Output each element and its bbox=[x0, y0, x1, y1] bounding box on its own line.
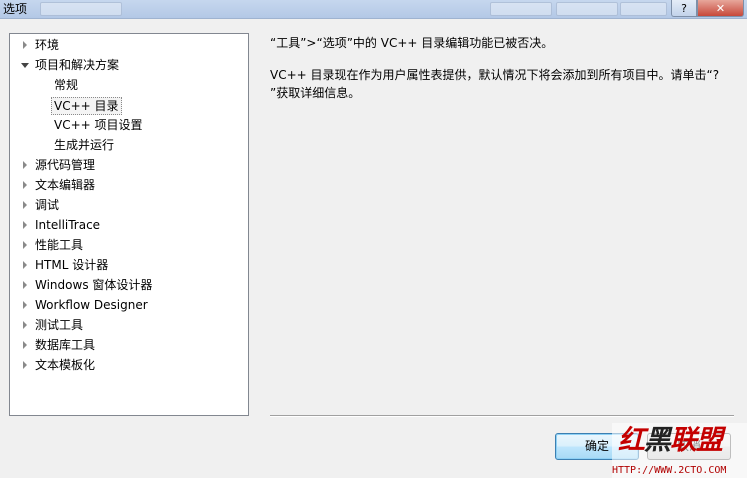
window-title: 选项 bbox=[3, 2, 28, 16]
tree-item-label: VC++ 目录 bbox=[51, 97, 122, 115]
tree-item-label: 测试工具 bbox=[35, 318, 84, 332]
expand-arrow-icon[interactable] bbox=[20, 36, 30, 54]
expand-arrow-icon[interactable] bbox=[20, 236, 30, 254]
tree-item-label: 生成并运行 bbox=[54, 138, 115, 152]
expand-arrow-icon[interactable] bbox=[20, 196, 30, 214]
tree-item-label: 性能工具 bbox=[35, 238, 84, 252]
title-bar[interactable]: 选项 ? ✕ bbox=[0, 0, 747, 19]
tree-item-label: Workflow Designer bbox=[35, 298, 148, 312]
watermark-logo-text: 联盟 bbox=[670, 425, 723, 456]
info-text-line: VC++ 目录现在作为用户属性表提供，默认情况下将会添加到所有项目中。请单击“? bbox=[270, 68, 720, 82]
tree-item-label: 数据库工具 bbox=[35, 338, 96, 352]
expand-arrow-icon[interactable] bbox=[20, 316, 30, 334]
tree-item-label: 项目和解决方案 bbox=[35, 58, 120, 72]
expand-arrow-icon[interactable] bbox=[20, 296, 30, 314]
deprecation-notice: “工具”>“选项”中的 VC++ 目录编辑功能已被否决。 bbox=[270, 36, 554, 50]
resize-grip-icon[interactable] bbox=[737, 468, 747, 478]
tree-item-label: HTML 设计器 bbox=[35, 258, 109, 272]
tree-item-label: VC++ 项目设置 bbox=[54, 118, 143, 132]
tree-item-label: 调试 bbox=[35, 198, 60, 212]
watermark: 红黑联盟 HTTP://WWW.2CTO.COM bbox=[612, 423, 747, 478]
background-tab-ghost bbox=[620, 2, 667, 16]
expand-arrow-icon[interactable] bbox=[20, 216, 30, 234]
expand-arrow-icon[interactable] bbox=[20, 356, 30, 374]
background-tab-ghost bbox=[490, 2, 552, 16]
expand-arrow-icon[interactable] bbox=[20, 336, 30, 354]
info-text-line: ”获取详细信息。 bbox=[270, 86, 361, 100]
expand-arrow-icon[interactable] bbox=[20, 256, 30, 274]
collapse-arrow-icon[interactable] bbox=[20, 56, 30, 74]
tree-item-label: IntelliTrace bbox=[35, 218, 101, 232]
tree-item-label: 环境 bbox=[35, 38, 60, 52]
help-button[interactable]: ? bbox=[671, 0, 697, 17]
close-button[interactable]: ✕ bbox=[697, 0, 744, 17]
watermark-logo-text: 黑 bbox=[644, 425, 671, 456]
tree-item-label: 源代码管理 bbox=[35, 158, 96, 172]
divider bbox=[270, 415, 734, 417]
watermark-logo: 红黑联盟 bbox=[618, 423, 723, 459]
expand-arrow-icon[interactable] bbox=[20, 276, 30, 294]
options-tree[interactable]: 环境 项目和解决方案 常规 VC++ 目录 VC++ 项目设置 生成并运行 源代… bbox=[9, 33, 249, 416]
tree-item-label: 文本编辑器 bbox=[35, 178, 96, 192]
expand-arrow-icon[interactable] bbox=[20, 176, 30, 194]
tree-item-label: 文本模板化 bbox=[35, 358, 96, 372]
tree-item-label: 常规 bbox=[54, 78, 79, 92]
background-tab-ghost bbox=[40, 2, 122, 16]
watermark-url: HTTP://WWW.2CTO.COM bbox=[612, 465, 727, 476]
watermark-logo-text: 红 bbox=[618, 425, 645, 456]
background-tab-ghost bbox=[556, 2, 618, 16]
help-icon: ? bbox=[681, 1, 687, 15]
expand-arrow-icon[interactable] bbox=[20, 156, 30, 174]
close-icon: ✕ bbox=[715, 1, 726, 15]
tree-item-label: Windows 窗体设计器 bbox=[35, 278, 153, 292]
